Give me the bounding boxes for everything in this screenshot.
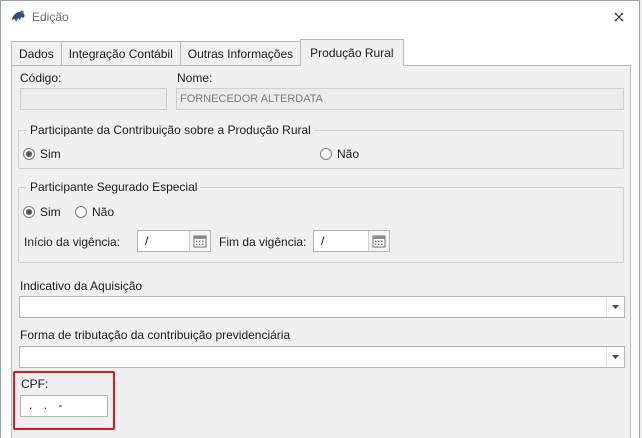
forma-tributacao-label: Forma de tributação da contribuição prev… (20, 328, 291, 342)
close-button[interactable] (609, 7, 629, 27)
segurado-especial-group: Participante Segurado Especial Sim Não I… (18, 180, 624, 263)
tab-integracao-contabil[interactable]: Integração Contábil (60, 41, 181, 66)
segurado-group-title: Participante Segurado Especial (27, 180, 201, 194)
chevron-down-icon (612, 355, 619, 359)
segurado-sim-label: Sim (40, 205, 61, 219)
codigo-field (20, 88, 167, 110)
inicio-calendar-button[interactable] (189, 231, 210, 251)
window-title: Edição (32, 10, 69, 24)
inicio-vigencia-label: Início da vigência: (24, 235, 121, 249)
contribuicao-nao-radio[interactable]: Não (320, 147, 359, 161)
segurado-sim-radio[interactable]: Sim (23, 205, 61, 219)
inicio-vigencia-value: / (145, 234, 149, 248)
tab-strip: Dados Integração Contábil Outras Informa… (11, 39, 404, 66)
indicativo-aquisicao-select[interactable] (19, 296, 625, 318)
forma-tributacao-select[interactable] (19, 346, 625, 368)
tab-outras-informacoes[interactable]: Outras Informações (179, 41, 302, 66)
radio-checked-icon (23, 148, 35, 160)
radio-checked-icon (23, 206, 35, 218)
nome-label: Nome: (177, 71, 213, 85)
radio-unchecked-icon (320, 148, 332, 160)
cpf-label: CPF: (21, 377, 49, 391)
segurado-nao-label: Não (92, 205, 115, 219)
contribuicao-group: Participante da Contribuição sobre a Pro… (18, 123, 624, 169)
contribuicao-sim-label: Sim (40, 147, 61, 161)
app-logo-icon (12, 10, 25, 22)
forma-tributacao-dropdown-button[interactable] (606, 347, 624, 367)
tab-producao-rural[interactable]: Produção Rural (300, 39, 404, 66)
fim-vigencia-label: Fim da vigência: (219, 235, 307, 249)
fim-calendar-button[interactable] (368, 231, 389, 251)
fim-vigencia-input[interactable]: / (313, 230, 390, 252)
calendar-icon (193, 235, 207, 248)
codigo-label: Código: (20, 71, 62, 85)
contribuicao-sim-radio[interactable]: Sim (23, 147, 61, 161)
nome-field: FORNECEDOR ALTERDATA (176, 88, 624, 110)
contribuicao-group-title: Participante da Contribuição sobre a Pro… (27, 123, 314, 137)
calendar-icon (372, 235, 386, 248)
chevron-down-icon (612, 305, 619, 309)
edit-dialog: Edição Dados Integração Contábil Outras … (0, 0, 640, 438)
indicativo-dropdown-button[interactable] (606, 297, 624, 317)
inicio-vigencia-input[interactable]: / (137, 230, 211, 252)
segurado-nao-radio[interactable]: Não (75, 205, 114, 219)
radio-unchecked-icon (75, 206, 87, 218)
tab-dados[interactable]: Dados (11, 41, 62, 66)
cpf-input[interactable]: . . - (20, 395, 108, 417)
contribuicao-nao-label: Não (337, 147, 360, 161)
close-icon (614, 12, 624, 22)
tab-panel-producao-rural: Código: Nome: FORNECEDOR ALTERDATA Parti… (11, 65, 631, 438)
fim-vigencia-value: / (321, 234, 325, 248)
indicativo-aquisicao-label: Indicativo da Aquisição (20, 279, 143, 293)
title-bar: Edição (1, 1, 639, 33)
